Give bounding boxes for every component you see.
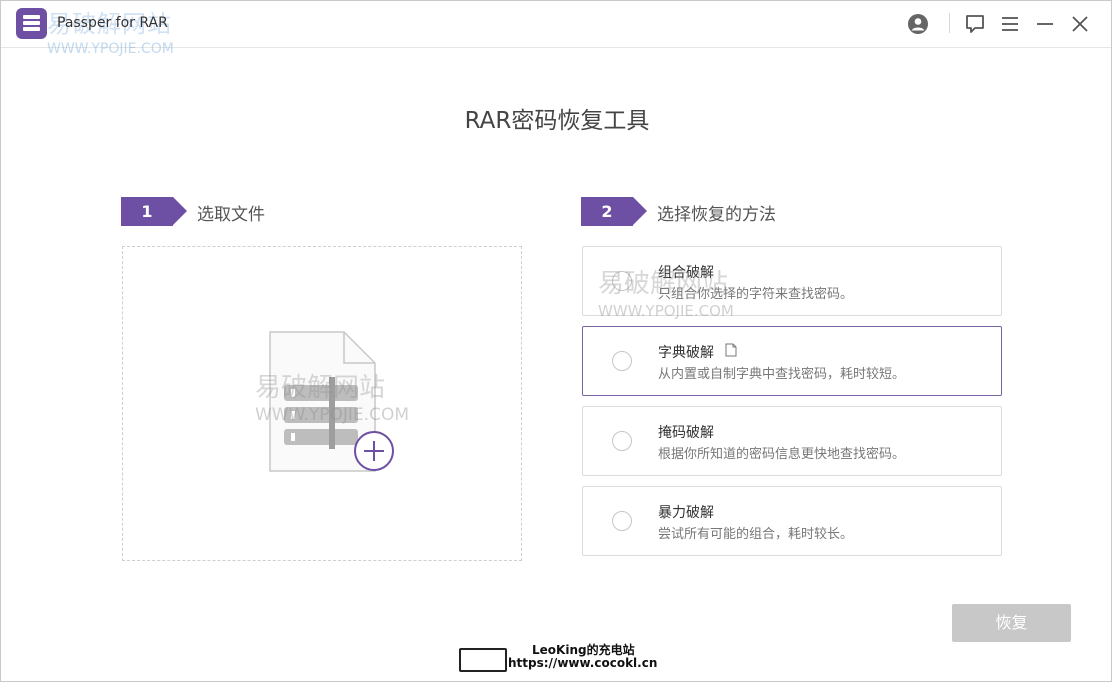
step2-arrow <box>633 197 647 225</box>
document-icon[interactable] <box>725 343 737 357</box>
radio-button[interactable] <box>612 431 632 451</box>
app-title: Passper for RAR <box>57 15 168 31</box>
method-description: 尝试所有可能的组合，耗时较长。 <box>658 527 854 542</box>
method-title: 暴力破解 <box>658 505 714 521</box>
battery-logo-icon <box>459 648 507 672</box>
method-option-combination[interactable]: 组合破解 只组合你选择的字符来查找密码。 易破解网站 WWW.YPOJIE.CO… <box>582 246 1002 320</box>
step1-label: 选取文件 <box>197 205 265 225</box>
feedback-icon[interactable] <box>964 13 986 35</box>
watermark-text: 易破解网站 <box>598 269 729 299</box>
account-icon[interactable] <box>907 13 929 35</box>
watermark-url: WWW.YPOJIE.COM <box>255 405 409 425</box>
step2-label: 选择恢复的方法 <box>657 205 776 225</box>
page-title: RAR密码恢复工具 <box>464 108 650 134</box>
step1-arrow <box>173 197 187 225</box>
title-bar: 易破解网站 Passper for RAR WWW.YPOJIE.COM <box>1 1 1111 57</box>
toolbar-divider <box>949 13 950 33</box>
app-logo-icon <box>16 8 47 39</box>
method-title: 掩码破解 <box>658 425 714 441</box>
recover-button[interactable]: 恢复 <box>952 604 1071 642</box>
watermark-url: WWW.YPOJIE.COM <box>598 302 734 320</box>
method-description: 根据你所知道的密码信息更快地查找密码。 <box>658 447 906 462</box>
step1-number: 1 <box>121 197 173 226</box>
method-option-brute-force[interactable]: 暴力破解 尝试所有可能的组合，耗时较长。 <box>582 486 1002 556</box>
close-icon[interactable] <box>1069 13 1091 35</box>
method-option-mask[interactable]: 掩码破解 根据你所知道的密码信息更快地查找密码。 <box>582 406 1002 476</box>
watermark-url: WWW.YPOJIE.COM <box>47 41 174 57</box>
radio-button[interactable] <box>612 351 632 371</box>
method-option-dictionary[interactable]: 字典破解 从内置或自制字典中查找密码，耗时较短。 <box>582 326 1002 396</box>
minimize-icon[interactable] <box>1034 13 1056 35</box>
app-window: 易破解网站 Passper for RAR WWW.YPOJIE.COM RAR… <box>0 0 1112 682</box>
watermark-text: 易破解网站 <box>255 373 386 403</box>
file-drop-zone[interactable]: 易破解网站 WWW.YPOJIE.COM <box>122 246 522 561</box>
step2-number: 2 <box>581 197 633 226</box>
method-title: 字典破解 <box>658 345 714 361</box>
menu-icon[interactable] <box>999 13 1021 35</box>
method-description: 从内置或自制字典中查找密码，耗时较短。 <box>658 367 906 382</box>
radio-button[interactable] <box>612 511 632 531</box>
footer-site-url: https://www.cocokl.cn <box>508 656 658 670</box>
